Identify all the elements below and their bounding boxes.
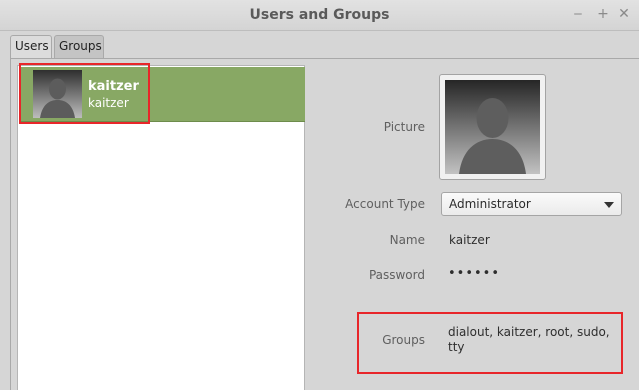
picture-label: Picture — [383, 120, 425, 134]
picture-button[interactable] — [439, 74, 546, 180]
account-type-dropdown[interactable]: Administrator — [441, 192, 622, 216]
name-label: Name — [389, 233, 425, 247]
password-label: Password — [368, 268, 425, 282]
tab-groups[interactable]: Groups — [54, 35, 104, 58]
user-silhouette-icon — [445, 80, 540, 174]
chevron-down-icon — [604, 202, 614, 208]
close-button[interactable]: ✕ — [617, 6, 631, 22]
tab-users[interactable]: Users — [10, 35, 52, 59]
maximize-button[interactable]: + — [596, 6, 610, 22]
password-value[interactable]: •••••• — [448, 266, 500, 281]
name-value[interactable]: kaitzer — [449, 233, 490, 247]
window-title: Users and Groups — [249, 7, 390, 23]
title-bar: Users and Groups ‒ + ✕ — [0, 0, 639, 31]
account-type-value: Administrator — [449, 197, 531, 211]
account-type-label: Account Type — [345, 197, 425, 211]
minimize-button[interactable]: ‒ — [571, 6, 585, 22]
highlight-box-groups — [357, 312, 623, 374]
highlight-box-user — [19, 63, 150, 124]
